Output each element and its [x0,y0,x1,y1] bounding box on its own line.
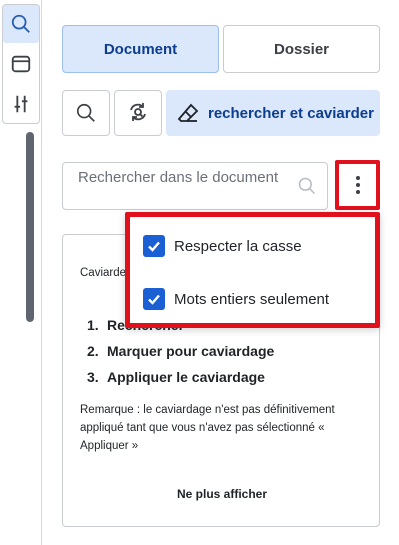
search-icon [11,14,30,33]
more-vertical-icon [355,176,360,194]
search-input[interactable] [78,169,288,207]
option-label: Mots entiers seulement [174,290,330,308]
settings-button[interactable] [3,85,39,123]
tab-document[interactable]: Document [62,25,219,73]
tab-dossier[interactable]: Dossier [223,25,380,73]
search-replace-button[interactable] [114,90,162,136]
panel-icon [11,55,31,73]
search-icon [298,177,316,195]
checkbox[interactable] [143,235,165,257]
sliders-icon [14,95,28,113]
list-item: 2. Marquer pour caviardage [87,343,275,359]
eraser-icon [177,103,199,122]
option-whole-words[interactable]: Mots entiers seulement [143,285,329,313]
redact-tool-label: rechercher et caviarder [208,104,374,122]
scrollbar[interactable] [26,132,34,322]
check-icon [148,294,160,305]
option-match-case[interactable]: Respecter la casse [143,232,302,260]
toolbar-group [2,4,40,124]
note-text: Remarque : le caviardage n'est pas défin… [80,404,335,452]
dismiss-link[interactable]: Ne plus afficher [63,487,381,501]
list-item: 3. Appliquer le caviardage [87,369,265,385]
check-icon [148,241,160,252]
search-refresh-icon [130,103,146,121]
search-options-menu: Respecter la casse Mots entiers seulemen… [125,212,380,328]
panel-button[interactable] [3,45,39,83]
more-options-button[interactable] [335,160,380,210]
search-panel-button[interactable] [3,5,39,43]
checkbox[interactable] [143,288,165,310]
left-toolbar [0,0,42,545]
search-tool-button[interactable] [62,90,110,136]
search-icon [76,103,95,122]
option-label: Respecter la casse [174,237,302,255]
redact-tool-button[interactable]: rechercher et caviarder [166,90,380,136]
search-box [62,162,328,210]
